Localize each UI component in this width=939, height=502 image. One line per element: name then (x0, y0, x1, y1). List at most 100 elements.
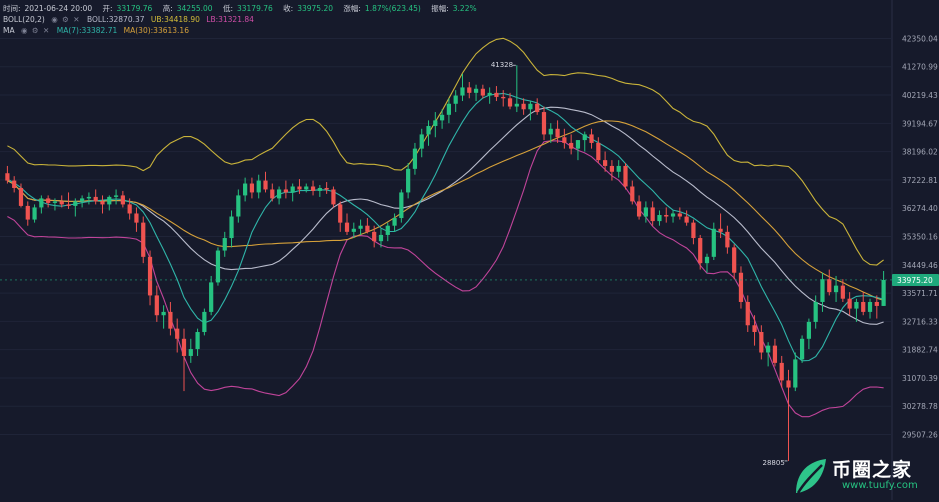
candle-body-down (535, 103, 540, 113)
candle-body-up (419, 134, 424, 149)
leaf-logo-icon (796, 459, 826, 494)
candle-body-down (494, 92, 499, 97)
y-tick-label: 33571.71 (902, 289, 938, 298)
candle-body-down (596, 142, 601, 161)
candle-body-down (344, 222, 350, 232)
candle-body-down (338, 204, 343, 223)
candle-body-down (718, 228, 723, 232)
candle-body-up (215, 250, 221, 283)
candle-body-up (52, 201, 58, 203)
candle-body-down (786, 380, 791, 388)
candle-body-up (439, 114, 445, 121)
candle-body-down (18, 187, 24, 206)
amp-label: 振幅: (431, 4, 449, 13)
candle-body-up (378, 234, 384, 242)
candle-body-down (141, 222, 146, 257)
candle-body-down (664, 214, 669, 217)
candle-body-up (392, 218, 397, 226)
candle-body-up (881, 279, 886, 306)
candle-body-down (501, 96, 506, 99)
candle-body-down (93, 196, 98, 202)
candle-body-up (351, 228, 356, 232)
candle-body-up (236, 195, 241, 217)
candle-body-down (365, 225, 370, 232)
candle-body-up (385, 225, 390, 235)
candle-body-down (331, 189, 336, 205)
candle-body-down (555, 128, 560, 138)
candle-body-down (603, 160, 608, 166)
change-value: 1.87%(623.45) (364, 4, 421, 13)
high-label: 高: (162, 4, 173, 13)
candle-body-down (630, 186, 635, 202)
y-tick-label: 40219.43 (902, 91, 938, 100)
candle-body-down (677, 213, 682, 217)
candle-body-down (100, 201, 105, 205)
time-value: 2021-06-24 20:00 (24, 4, 93, 13)
candle-body-down (181, 338, 187, 356)
candle-body-down (732, 247, 737, 273)
candle-body-up (453, 95, 458, 104)
candle-body-up (276, 189, 282, 199)
ma7-value: MA(7):33382.71 (56, 26, 118, 35)
open-label: 开: (102, 4, 113, 13)
candle-body-down (752, 325, 757, 333)
candle-body-up (426, 125, 431, 135)
candle-body-up (460, 87, 465, 96)
candle-body-down (684, 216, 689, 223)
y-tick-label: 37222.81 (902, 176, 938, 185)
ma-settings-icons[interactable]: ◉ ⚙ ✕ (21, 26, 50, 35)
y-tick-label: 42350.04 (902, 34, 938, 43)
y-tick-label: 35350.16 (902, 232, 938, 241)
candle-body-down (175, 328, 180, 339)
ohlc-header: 时间: 2021-06-24 20:00 开: 33179.76 高: 34255.0… (3, 3, 485, 14)
open-value: 33179.76 (116, 4, 153, 13)
candle-body-down (46, 198, 51, 203)
candle-body-up (243, 183, 248, 196)
y-tick-label: 38196.02 (902, 148, 938, 157)
candle-body-up (657, 214, 662, 222)
candle-body-up (107, 196, 112, 205)
candle-body-down (541, 112, 547, 135)
candle-body-up (514, 103, 519, 107)
ma30-value: MA(30):33613.16 (123, 26, 189, 35)
candle-body-down (263, 180, 268, 190)
high-value: 34255.00 (176, 4, 213, 13)
candle-body-up (548, 128, 553, 135)
candle-body-down (283, 189, 288, 193)
low-label: 低: (222, 4, 233, 13)
candle-body-down (562, 137, 567, 143)
candle-body-down (120, 195, 125, 205)
candle-body-up (854, 301, 859, 309)
boll-ub-value: UB:34418.90 (150, 15, 200, 24)
candle-body-up (290, 186, 295, 193)
y-tick-label: 29507.26 (902, 431, 938, 440)
boll-lb-value: LB:31321.84 (206, 15, 254, 24)
candle-body-down (772, 345, 778, 363)
candle-body-down (589, 134, 594, 143)
boll-settings-icons[interactable]: ◉ ⚙ ✕ (51, 15, 80, 24)
high-marker-label: 41328 (491, 61, 513, 69)
y-tick-label: 32716.33 (902, 317, 938, 326)
y-tick-label: 36274.40 (902, 204, 938, 213)
candlestick-chart[interactable]: 41328 28805 42350.04 41270.99 40219.43 39194… (0, 0, 939, 500)
candle-body-up (643, 207, 648, 217)
candle-body-down (861, 301, 866, 312)
ma-name: MA (3, 26, 15, 35)
ma-legend: MA ◉ ⚙ ✕ MA(7):33382.71 MA(30):33613.16 (3, 26, 193, 35)
candle-body-down (569, 142, 574, 149)
candle-body-up (406, 168, 411, 193)
candle-body-up (32, 207, 37, 220)
candle-body-up (317, 187, 322, 191)
candle-body-down (521, 103, 526, 110)
price-axis: 42350.04 41270.99 40219.43 39194.67 38196.02… (902, 34, 938, 439)
candle-body-down (840, 285, 845, 299)
candle-body-up (670, 213, 676, 217)
candle-body-up (867, 301, 873, 312)
candle-body-down (636, 201, 642, 217)
candle-body-up (399, 192, 404, 219)
candle-body-down (480, 88, 485, 96)
y-tick-label: 34449.46 (902, 261, 938, 270)
candle-body-down (827, 279, 832, 293)
change-label: 涨幅: (343, 4, 361, 13)
candle-body-up (86, 196, 92, 199)
